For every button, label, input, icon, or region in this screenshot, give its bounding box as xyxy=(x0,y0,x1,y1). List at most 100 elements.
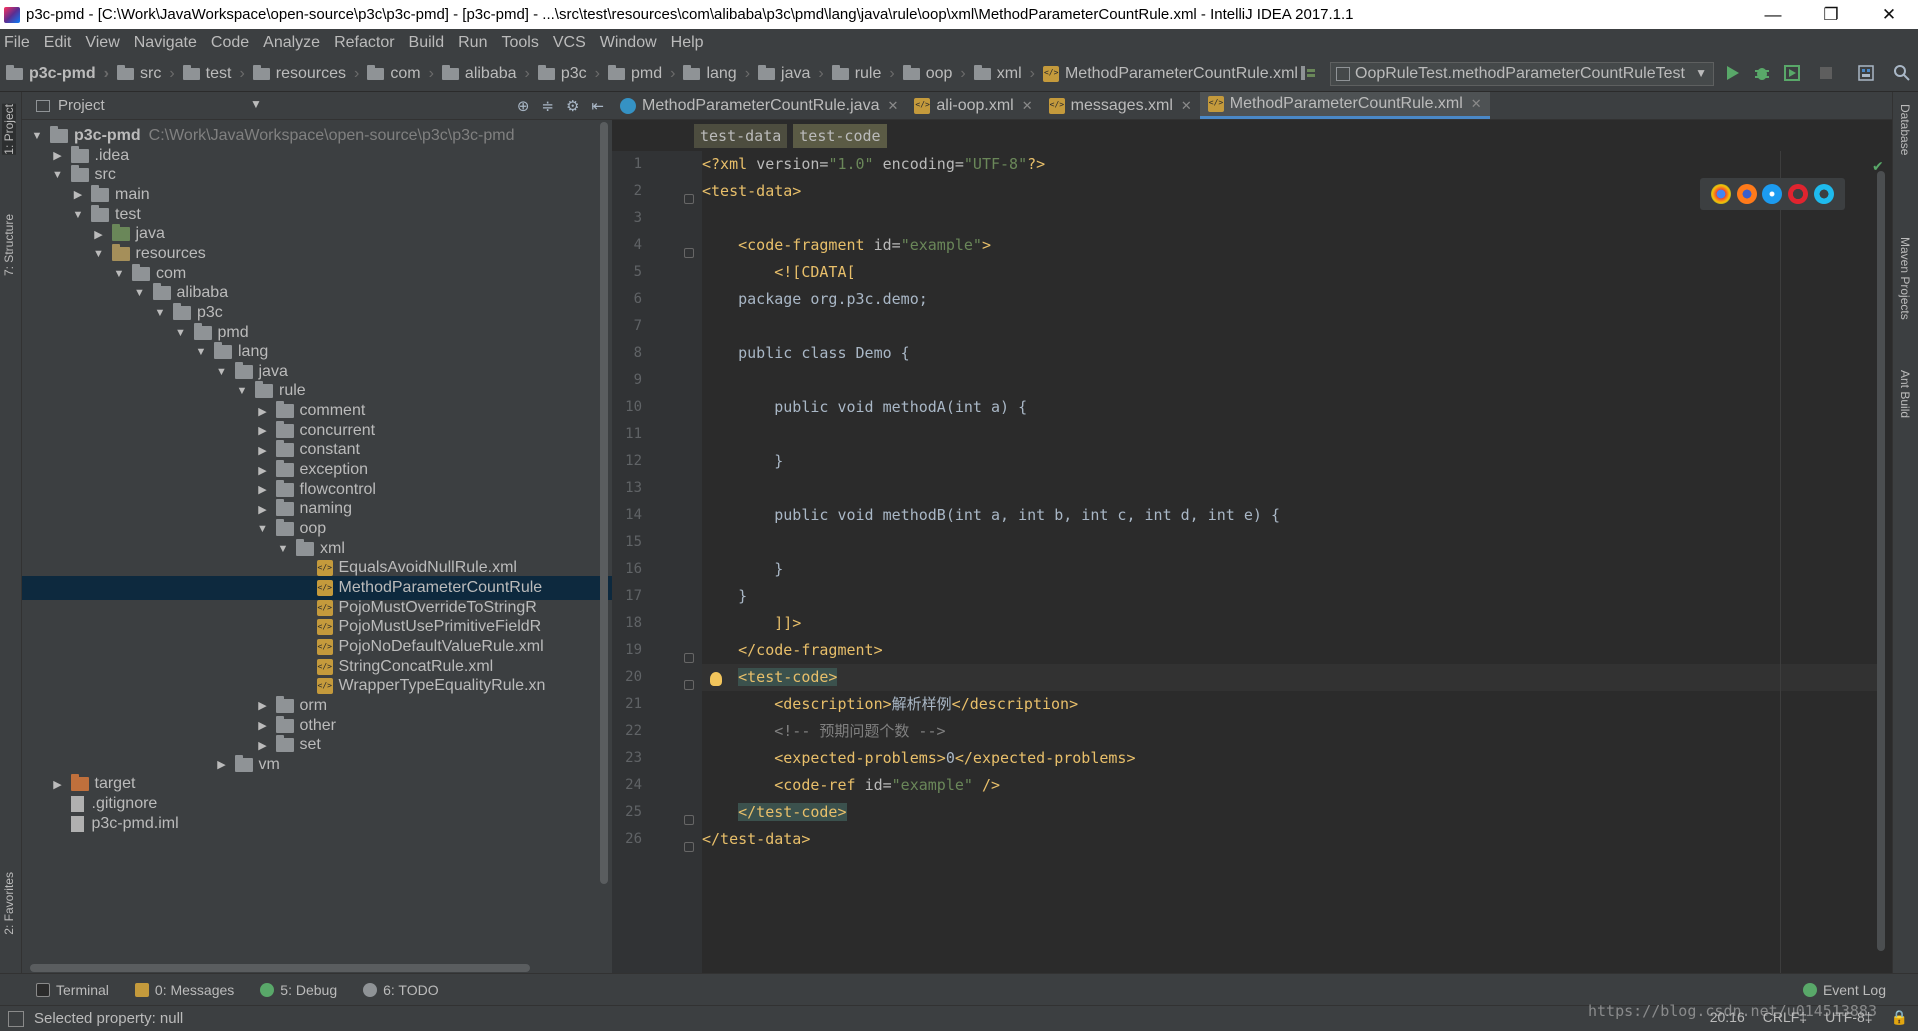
breadcrumb-test-code[interactable]: test-code xyxy=(793,124,887,148)
menu-tools[interactable]: Tools xyxy=(501,34,538,52)
collapse-arrow-icon[interactable]: ▶ xyxy=(51,149,65,162)
collapse-arrow-icon[interactable]: ▶ xyxy=(256,444,270,457)
line-number[interactable]: 21 xyxy=(612,691,642,718)
opera-icon[interactable] xyxy=(1788,184,1809,204)
firefox-icon[interactable] xyxy=(1736,184,1757,204)
menu-vcs[interactable]: VCS xyxy=(553,34,586,52)
line-number[interactable]: 16 xyxy=(612,556,642,583)
fold-icon[interactable] xyxy=(684,194,694,204)
tab-methodparametercountrule-java[interactable]: MethodParameterCountRule.java ✕ xyxy=(612,92,906,119)
debug-icon[interactable] xyxy=(1752,63,1772,83)
line-number[interactable]: 18 xyxy=(612,610,642,637)
nav-crumb[interactable]: oop › xyxy=(902,64,966,83)
expand-arrow-icon[interactable]: ▼ xyxy=(276,543,290,555)
line-number[interactable]: 1 xyxy=(612,151,642,178)
close-icon[interactable]: ✕ xyxy=(1181,98,1192,114)
tab-debug[interactable]: 5: Debug xyxy=(260,982,337,998)
expand-arrow-icon[interactable]: ▼ xyxy=(92,248,106,260)
collapse-arrow-icon[interactable]: ▶ xyxy=(256,483,270,496)
menu-run[interactable]: Run xyxy=(458,34,487,52)
run-configuration-select[interactable]: OopRuleTest.methodParameterCountRuleTest… xyxy=(1330,62,1714,86)
tab-todo[interactable]: 6: TODO xyxy=(363,982,439,998)
menu-code[interactable]: Code xyxy=(211,34,249,52)
menu-refactor[interactable]: Refactor xyxy=(334,34,394,52)
internet-explorer-icon[interactable] xyxy=(1814,184,1835,204)
lock-icon[interactable]: 🔒 xyxy=(1891,1009,1908,1026)
line-number[interactable]: 10 xyxy=(612,394,642,421)
line-number[interactable]: 12 xyxy=(612,448,642,475)
line-number[interactable]: 8 xyxy=(612,340,642,367)
nav-crumb[interactable]: alibaba › xyxy=(441,64,530,83)
stop-icon[interactable] xyxy=(1816,63,1836,83)
nav-crumb[interactable]: com › xyxy=(367,64,434,83)
line-number[interactable]: 14 xyxy=(612,502,642,529)
line-number[interactable]: 23 xyxy=(612,745,642,772)
chrome-icon[interactable] xyxy=(1710,184,1731,204)
nav-crumb[interactable]: p3c › xyxy=(537,64,600,83)
hide-panel-icon[interactable]: ⇤ xyxy=(591,97,604,115)
tab-methodparametercountrule-xml[interactable]: MethodParameterCountRule.xml ✕ xyxy=(1199,92,1490,119)
nav-crumb[interactable]: pmd › xyxy=(607,64,675,83)
fold-icon[interactable] xyxy=(684,680,694,690)
expand-arrow-icon[interactable]: ▼ xyxy=(112,268,126,280)
project-structure-icon[interactable] xyxy=(1856,63,1876,83)
tab-messages-xml[interactable]: messages.xml ✕ xyxy=(1041,92,1200,119)
collapse-all-icon[interactable]: ≑ xyxy=(541,97,554,115)
close-button[interactable]: ✕ xyxy=(1860,5,1918,25)
line-number[interactable]: 5 xyxy=(612,259,642,286)
tab-messages[interactable]: 0: Messages xyxy=(134,982,234,998)
collapse-arrow-icon[interactable]: ▶ xyxy=(92,228,106,241)
menu-navigate[interactable]: Navigate xyxy=(134,34,197,52)
nav-crumb[interactable]: resources › xyxy=(252,64,359,83)
line-number[interactable]: 2 xyxy=(612,178,642,205)
line-number[interactable]: 4 xyxy=(612,232,642,259)
line-number[interactable]: 6 xyxy=(612,286,642,313)
tab-database-tool[interactable]: Database xyxy=(1898,104,1912,155)
nav-crumb[interactable]: src › xyxy=(117,64,175,83)
toggle-tool-windows-icon[interactable] xyxy=(8,1010,24,1027)
nav-crumb[interactable]: xml › xyxy=(973,64,1035,83)
gear-icon[interactable]: ⚙ xyxy=(566,97,579,115)
menu-file[interactable]: File xyxy=(4,34,30,52)
minimize-button[interactable]: — xyxy=(1744,5,1802,25)
chevron-down-icon[interactable]: ▼ xyxy=(250,97,262,111)
line-number[interactable]: 22 xyxy=(612,718,642,745)
nav-crumb-file[interactable]: MethodParameterCountRule.xml xyxy=(1042,65,1298,83)
expand-arrow-icon[interactable]: ▼ xyxy=(153,307,167,319)
code-editor[interactable]: <?xml version="1.0" encoding="UTF-8"?> <… xyxy=(702,151,1877,973)
tab-ant-build-tool[interactable]: Ant Build xyxy=(1898,370,1912,418)
tree-item[interactable]: p3c-pmd.iml xyxy=(22,812,612,836)
expand-arrow-icon[interactable]: ▼ xyxy=(215,366,229,378)
line-number[interactable]: 11 xyxy=(612,421,642,448)
line-number[interactable]: 13 xyxy=(612,475,642,502)
menu-help[interactable]: Help xyxy=(671,34,704,52)
project-horizontal-scrollbar[interactable] xyxy=(30,964,530,972)
collapse-arrow-icon[interactable]: ▶ xyxy=(256,503,270,516)
expand-arrow-icon[interactable]: ▼ xyxy=(71,209,85,221)
nav-crumb[interactable]: rule › xyxy=(831,64,895,83)
line-number[interactable]: 25 xyxy=(612,799,642,826)
line-number[interactable]: 24 xyxy=(612,772,642,799)
expand-arrow-icon[interactable]: ▼ xyxy=(174,327,188,339)
expand-arrow-icon[interactable]: ▼ xyxy=(235,385,249,397)
tab-terminal[interactable]: Terminal xyxy=(36,982,109,998)
tab-maven-projects-tool[interactable]: Maven Projects xyxy=(1898,237,1912,320)
menu-view[interactable]: View xyxy=(85,34,119,52)
event-log-button[interactable]: Event Log xyxy=(1802,982,1886,998)
run-with-coverage-icon[interactable] xyxy=(1782,63,1802,83)
nav-crumb-project[interactable]: p3c-pmd › xyxy=(6,64,109,83)
collapse-arrow-icon[interactable]: ▶ xyxy=(51,778,65,791)
collapse-arrow-icon[interactable]: ▶ xyxy=(256,464,270,477)
project-vertical-scrollbar[interactable] xyxy=(600,122,608,884)
fold-icon[interactable] xyxy=(684,248,694,258)
collapse-arrow-icon[interactable]: ▶ xyxy=(215,758,229,771)
tab-project-tool[interactable]: 1: Project xyxy=(2,104,16,155)
line-number[interactable]: 19 xyxy=(612,637,642,664)
tab-ali-oop-xml[interactable]: ali-oop.xml ✕ xyxy=(906,92,1040,119)
line-number[interactable]: 26 xyxy=(612,826,642,853)
collapse-arrow-icon[interactable]: ▶ xyxy=(71,188,85,201)
breadcrumb-test-data[interactable]: test-data xyxy=(694,124,788,148)
line-number[interactable]: 9 xyxy=(612,367,642,394)
menu-analyze[interactable]: Analyze xyxy=(263,34,320,52)
nav-crumb[interactable]: lang › xyxy=(683,64,750,83)
